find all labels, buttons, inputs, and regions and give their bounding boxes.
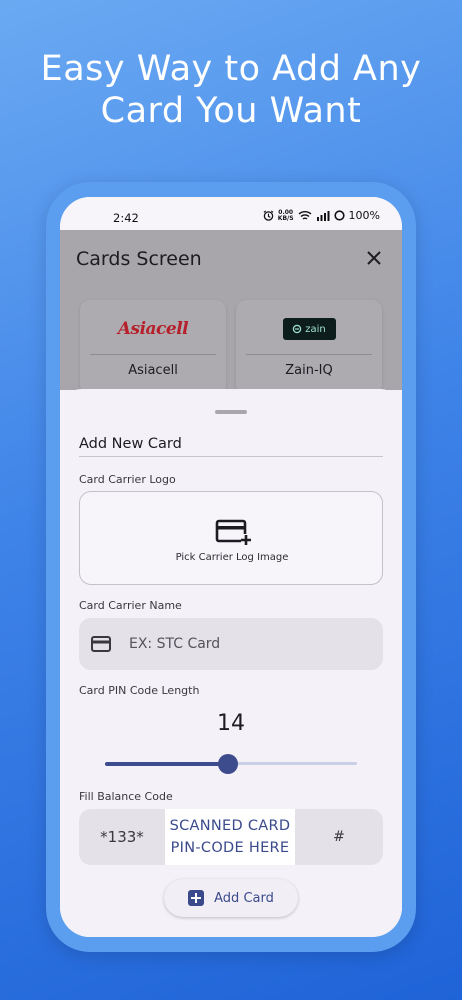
card-divider xyxy=(246,354,372,355)
zain-swirl-icon xyxy=(293,324,302,334)
status-icons: 0.00 KB/S 100% xyxy=(263,209,380,222)
sheet-title: Add New Card xyxy=(79,436,182,452)
headline-line-2: Card You Want xyxy=(100,91,362,131)
add-card-bottom-sheet: Add New Card Card Carrier Logo Pick Carr… xyxy=(60,389,402,937)
asiacell-logo-text: Asiacell xyxy=(117,319,189,339)
zain-logo: zain xyxy=(236,312,382,346)
scanned-pin-line-2: PIN-CODE HERE xyxy=(170,840,290,856)
card-divider xyxy=(90,354,216,355)
balance-prefix-input[interactable]: *133* xyxy=(79,809,165,865)
battery-ring-icon xyxy=(333,210,345,221)
carrier-name-input[interactable]: EX: STC Card xyxy=(79,618,383,670)
scanned-pin-placeholder: SCANNED CARD PIN-CODE HERE xyxy=(165,809,295,865)
pin-length-value: 14 xyxy=(217,711,245,736)
add-card-label: Add Card xyxy=(214,890,274,906)
slider-thumb[interactable] xyxy=(218,754,238,774)
zain-logo-badge: zain xyxy=(282,318,336,340)
slider-track-active xyxy=(105,762,228,766)
carrier-name: Zain-IQ xyxy=(285,363,333,378)
logo-label: Card Carrier Logo xyxy=(79,473,176,486)
headline: Easy Way to Add Any Card You Want xyxy=(0,48,462,132)
carrier-name-placeholder: EX: STC Card xyxy=(129,636,221,652)
title-divider xyxy=(79,456,383,457)
add-card-button[interactable]: Add Card xyxy=(164,879,298,917)
name-label: Card Carrier Name xyxy=(79,599,182,612)
credit-card-icon xyxy=(91,636,111,652)
balance-code-label: Fill Balance Code xyxy=(79,790,173,803)
cards-screen: Cards Screen Asiacell Asiacell zain Zain… xyxy=(60,230,402,395)
pin-length-slider[interactable] xyxy=(105,752,357,776)
logo-picker[interactable]: Pick Carrier Log Image xyxy=(79,491,383,585)
network-speed-unit: KB/S xyxy=(277,214,294,222)
signal-icon xyxy=(316,210,330,221)
close-icon[interactable] xyxy=(364,248,384,268)
page-title: Cards Screen xyxy=(76,248,202,270)
carrier-card-zain[interactable]: zain Zain-IQ xyxy=(236,300,382,395)
scanned-pin-line-1: SCANNED CARD xyxy=(169,818,291,834)
drag-handle[interactable] xyxy=(215,410,247,414)
add-card-image-icon xyxy=(215,519,251,545)
phone-screen: 2:42 0.00 KB/S 100% Cards Screen Asiacel… xyxy=(60,197,402,937)
carrier-card-asiacell[interactable]: Asiacell Asiacell xyxy=(80,300,226,395)
zain-logo-text: zain xyxy=(305,323,326,335)
network-speed: 0.00 KB/S xyxy=(277,209,294,222)
status-time: 2:42 xyxy=(113,211,139,225)
pin-length-label: Card PIN Code Length xyxy=(79,684,200,697)
status-bar: 2:42 0.00 KB/S 100% xyxy=(60,197,402,230)
add-icon xyxy=(188,890,205,906)
alarm-icon xyxy=(263,210,274,221)
balance-code-field[interactable]: *133* SCANNED CARD PIN-CODE HERE # xyxy=(79,809,383,865)
balance-suffix-input[interactable]: # xyxy=(295,809,383,865)
battery-percent: 100% xyxy=(348,209,380,222)
asiacell-logo: Asiacell xyxy=(80,312,226,346)
carrier-name: Asiacell xyxy=(128,363,178,378)
headline-line-1: Easy Way to Add Any xyxy=(40,49,422,89)
pick-logo-text: Pick Carrier Log Image xyxy=(175,552,289,563)
wifi-icon xyxy=(298,211,312,220)
